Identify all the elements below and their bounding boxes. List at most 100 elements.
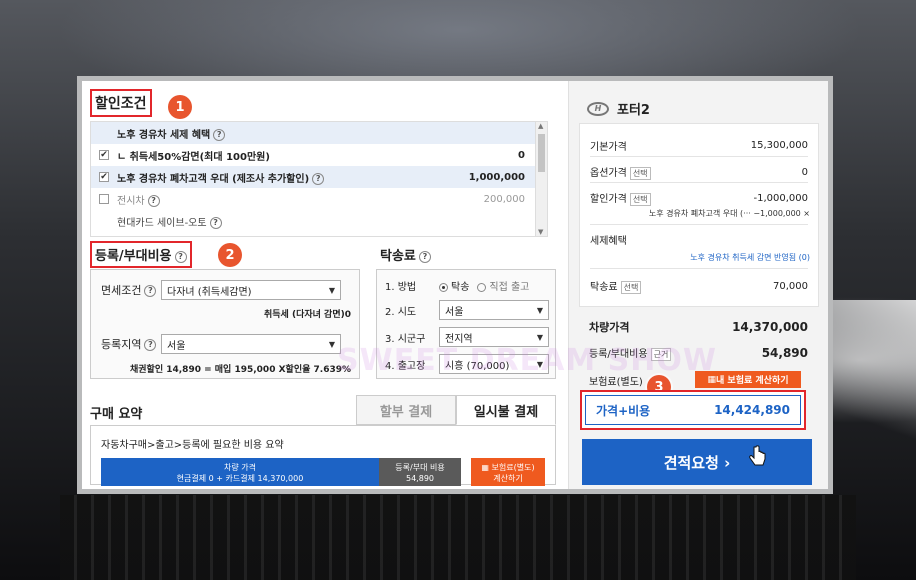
- scroll-thumb[interactable]: [538, 134, 545, 172]
- insurance-calc-label: 내 보험료 계산하기: [716, 376, 789, 386]
- scroll-down-icon[interactable]: ▼: [538, 228, 543, 236]
- help-icon[interactable]: ?: [312, 172, 325, 185]
- car-price-value: 14,370,000: [732, 320, 808, 334]
- discount-row[interactable]: 노후 경유차 세제 혜택?: [91, 122, 547, 144]
- discount-row-label: 현대카드 세이브-오토: [117, 217, 207, 229]
- car-price-label: 차량가격: [589, 321, 630, 334]
- exempt-note: 취득세 (다자녀 감면)0: [264, 310, 351, 320]
- insurance-calc-button[interactable]: ▦ 내 보험료 계산하기: [695, 371, 801, 388]
- transport-district-row: 3. 시군구 전지역 ▼: [385, 327, 549, 347]
- help-icon[interactable]: ?: [213, 128, 226, 141]
- help-icon[interactable]: ?: [174, 250, 187, 263]
- discount-row-label: 전시차: [117, 195, 145, 207]
- district-select[interactable]: 전지역 ▼: [439, 327, 549, 347]
- reg-fee-label: 등록/부대비용: [589, 349, 648, 360]
- total-value: 14,424,890: [714, 403, 790, 417]
- dropdown-arrow-icon: ▼: [328, 340, 335, 349]
- tab-lump-sum[interactable]: 일시불 결제: [456, 395, 556, 425]
- region-select-value: 서울: [167, 340, 186, 352]
- divider: [590, 224, 808, 225]
- discount-row[interactable]: ✔ ㄴ 취득세50%감면(최대 100만원) 0: [91, 144, 547, 166]
- district-label: 3. 시군구: [385, 333, 426, 345]
- reg-basis-button[interactable]: 근거: [650, 348, 672, 361]
- dropdown-arrow-icon: ▼: [328, 286, 335, 295]
- step-badge-1: 1: [168, 95, 192, 119]
- depot-select[interactable]: 시흥 (70,000) ▼: [439, 354, 549, 374]
- exempt-row: 면세조건? 다자녀 (취득세감면) ▼: [101, 280, 341, 300]
- city-select-value: 서울: [445, 306, 464, 318]
- tax-benefit-row: 세제혜택: [590, 232, 808, 247]
- insurance-label: 보험료(별도): [589, 377, 643, 388]
- quote-request-button[interactable]: 견적요청 ›: [582, 439, 812, 485]
- method-radio-delivery[interactable]: 탁송: [439, 278, 469, 293]
- scroll-up-icon[interactable]: ▲: [538, 122, 543, 130]
- quote-panel: H 포터2 기본가격 15,300,000 옵션가격 선택 0 할인가격 선택 -1…: [568, 81, 828, 489]
- registration-title-text: 등록/부대비용: [95, 249, 172, 264]
- transport-depot-row: 4. 출고장 시흥 (70,000) ▼: [385, 354, 549, 374]
- model-header: H 포터2: [587, 99, 650, 118]
- car-price-row: 차량가격 14,370,000: [589, 319, 808, 335]
- option-price-row: 옵션가격 선택 0: [590, 164, 808, 180]
- discount-price-row: 할인가격 선택 -1,000,000: [590, 190, 808, 206]
- summary-description: 자동차구매>출고>등록에 필요한 비용 요약: [101, 440, 284, 451]
- summary-insurance-button[interactable]: ▦ 보험료(별도) 계산하기: [471, 458, 545, 486]
- option-select-button[interactable]: 선택: [629, 167, 651, 180]
- reg-fee-row: 등록/부대비용 근거 54,890: [589, 345, 808, 361]
- help-icon[interactable]: ?: [144, 339, 157, 351]
- discount-list: 노후 경유차 세제 혜택? ✔ ㄴ 취득세50%감면(최대 100만원) 0 ✔…: [90, 121, 548, 237]
- city-select[interactable]: 서울 ▼: [439, 300, 549, 320]
- summary-car-price-label: 차량 가격: [224, 463, 256, 472]
- transport-select-button[interactable]: 선택: [620, 281, 642, 294]
- dropdown-arrow-icon: ▼: [536, 306, 543, 315]
- discount-row-label: 노후 경유차 폐차고객 우대 (제조사 추가할인): [117, 173, 310, 185]
- step-badge-2: 2: [218, 243, 242, 267]
- transport-box: 1. 방법 탁송 직접 출고 2. 시도 서울 ▼ 3. 시군구 전지역 ▼ 4. …: [376, 269, 556, 379]
- dropdown-arrow-icon: ▼: [536, 333, 543, 342]
- transport-method-row: 1. 방법 탁송 직접 출고: [385, 278, 529, 293]
- total-inner: 가격+비용 14,424,890: [585, 395, 801, 425]
- summary-ins-label: 보험료(별도): [491, 463, 535, 472]
- registration-title: 등록/부대비용?: [90, 241, 192, 268]
- car-grille: [60, 495, 856, 580]
- exempt-select[interactable]: 다자녀 (취득세감면) ▼: [161, 280, 341, 300]
- bond-note: 채권할인 14,890 = 매입 195,000 X할인율 7.639%: [129, 365, 351, 375]
- radio-on-icon: [439, 282, 448, 292]
- discount-row[interactable]: ✔ 노후 경유차 폐차고객 우대 (제조사 추가할인)? 1,000,000: [91, 166, 547, 188]
- option-price-label: 옵션가격: [590, 168, 627, 179]
- calculator-icon: ▦: [707, 374, 716, 385]
- divider: [590, 156, 808, 157]
- help-icon[interactable]: ?: [147, 194, 160, 207]
- reg-fee-value: 54,890: [761, 346, 808, 360]
- exempt-select-value: 다자녀 (취득세감면): [167, 286, 252, 298]
- method-label: 1. 방법: [385, 282, 417, 293]
- discount-row[interactable]: 현대카드 세이브-오토?: [91, 210, 547, 232]
- help-icon[interactable]: ?: [144, 285, 157, 297]
- discount-select-button[interactable]: 선택: [629, 193, 651, 206]
- method-opt2-label: 직접 출고: [489, 282, 530, 293]
- depot-select-value: 시흥 (70,000): [445, 360, 510, 372]
- discount-row-label: 노후 경유차 세제 혜택: [117, 129, 211, 141]
- discount-scrollbar[interactable]: ▲ ▼: [535, 122, 547, 236]
- discount-checkbox[interactable]: ✔: [99, 172, 109, 182]
- summary-body: 자동차구매>출고>등록에 필요한 비용 요약 차량 가격 현금결제 0 + 카드…: [90, 425, 556, 486]
- summary-reg-label: 등록/부대 비용: [395, 463, 445, 472]
- model-name: 포터2: [617, 103, 650, 118]
- discount-price-label: 할인가격: [590, 194, 627, 205]
- quote-window: 할인조건 1 노후 경유차 세제 혜택? ✔ ㄴ 취득세50%감면(최대 100…: [77, 76, 833, 494]
- help-icon[interactable]: ?: [209, 216, 222, 229]
- discount-row-amount: 1,000,000: [468, 171, 525, 183]
- tab-installment[interactable]: 할부 결제: [356, 395, 456, 425]
- help-icon[interactable]: ?: [418, 250, 431, 263]
- method-radio-direct[interactable]: 직접 출고: [477, 278, 529, 293]
- region-row: 등록지역? 서울 ▼: [101, 334, 341, 354]
- summary-car-price-detail: 현금결제 0 + 카드결제 14,370,000: [176, 474, 304, 483]
- district-select-value: 전지역: [445, 333, 473, 345]
- discount-detail[interactable]: 노후 경유차 폐차고객 우대 (··· −1,000,000 ×: [649, 208, 810, 219]
- discount-checkbox[interactable]: [99, 194, 109, 204]
- hyundai-logo-icon: H: [587, 101, 609, 116]
- discount-row[interactable]: 전시차? 200,000: [91, 188, 547, 210]
- region-select[interactable]: 서울 ▼: [161, 334, 341, 354]
- discount-checkbox[interactable]: ✔: [99, 150, 109, 160]
- tax-benefit-link[interactable]: 노후 경유차 취득세 감면 반영됨 (0): [690, 252, 810, 263]
- transport-fee-label: 탁송료: [590, 282, 618, 293]
